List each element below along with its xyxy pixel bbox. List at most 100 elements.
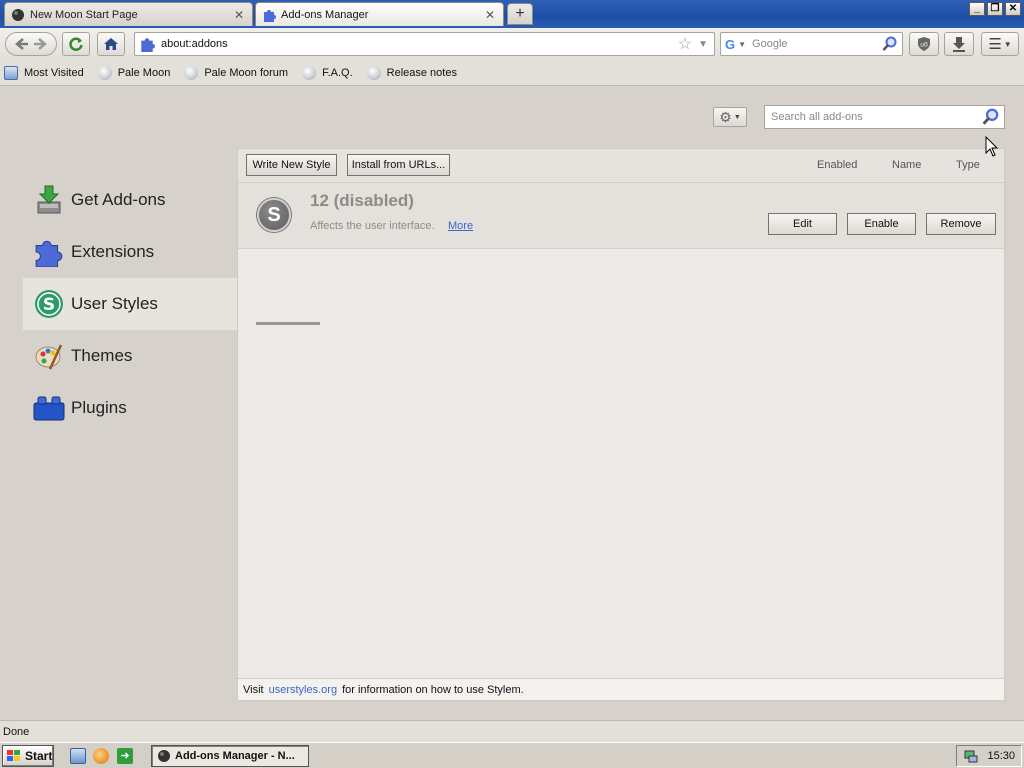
bookmark-faq[interactable]: F.A.Q. xyxy=(302,65,353,80)
restore-button[interactable]: ❐ xyxy=(987,2,1003,16)
bookmark-label: Release notes xyxy=(386,66,457,79)
quicklaunch-app-icon[interactable] xyxy=(93,748,109,764)
folder-icon xyxy=(4,65,18,80)
category-label: User Styles xyxy=(71,294,158,313)
edit-button[interactable]: Edit xyxy=(768,213,837,235)
reload-icon xyxy=(69,37,83,51)
search-addons-input[interactable]: Search all add-ons xyxy=(764,105,1005,129)
category-plugins[interactable]: Plugins xyxy=(23,382,237,434)
clock: 15:30 xyxy=(987,750,1015,762)
magnifier-icon[interactable] xyxy=(982,108,1000,126)
category-label: Plugins xyxy=(71,398,127,417)
close-window-button[interactable]: ✕ xyxy=(1005,2,1021,16)
write-new-style-button[interactable]: Write New Style xyxy=(246,154,337,176)
tab-new-moon-start-page[interactable]: New Moon Start Page ✕ xyxy=(4,2,253,26)
stylish-icon: S xyxy=(33,288,65,320)
svg-text:S: S xyxy=(43,295,55,315)
category-user-styles[interactable]: S User Styles xyxy=(23,278,237,330)
tab-addons-manager[interactable]: Add-ons Manager ✕ xyxy=(255,2,504,26)
addon-list-item[interactable]: S 12 (disabled) Affects the user interfa… xyxy=(238,183,1004,249)
network-icon[interactable] xyxy=(963,748,979,764)
category-list: Get Add-ons Extensions S User Styles The… xyxy=(23,174,237,434)
bookmark-release-notes[interactable]: Release notes xyxy=(366,65,457,80)
category-themes[interactable]: Themes xyxy=(23,330,237,382)
chevron-down-icon: ▼ xyxy=(733,113,741,121)
bookmark-most-visited[interactable]: Most Visited xyxy=(4,65,84,80)
chevron-down-icon: ▼ xyxy=(738,39,747,49)
taskbar: Start ➜ Add-ons Manager - N... 15:30 xyxy=(0,742,1024,768)
download-icon xyxy=(953,37,965,52)
tools-gear-button[interactable]: ⚙ ▼ xyxy=(713,107,747,127)
home-icon xyxy=(104,38,118,50)
windows-logo-icon xyxy=(7,750,20,761)
google-icon[interactable]: G xyxy=(725,37,735,52)
sort-enabled[interactable]: Enabled xyxy=(817,159,857,171)
addon-name: 12 (disabled) xyxy=(310,191,414,210)
sort-type[interactable]: Type xyxy=(956,159,980,171)
shield-icon: u0 xyxy=(918,37,930,51)
globe-icon xyxy=(366,65,381,80)
home-button[interactable] xyxy=(97,32,125,56)
list-toolbar: Write New Style Install from URLs... Ena… xyxy=(238,149,1004,183)
puzzle-icon xyxy=(141,38,155,52)
status-text: Done xyxy=(3,726,30,738)
quicklaunch-ie-icon[interactable] xyxy=(70,748,86,764)
bookmark-pale-moon[interactable]: Pale Moon xyxy=(97,65,170,80)
bookmark-label: F.A.Q. xyxy=(322,66,353,79)
hamburger-icon: ☰ xyxy=(988,36,1002,53)
taskbar-window-button[interactable]: Add-ons Manager - N... xyxy=(151,745,309,767)
globe-icon xyxy=(184,65,199,80)
back-icon[interactable] xyxy=(13,36,31,52)
tab-strip: New Moon Start Page ✕ Add-ons Manager ✕ … xyxy=(0,0,1024,28)
web-search-bar[interactable]: G ▼ Google xyxy=(720,32,903,56)
star-icon[interactable]: ☆ xyxy=(678,34,692,54)
url-bar[interactable]: about:addons ☆ ▼ xyxy=(134,32,715,56)
divider xyxy=(256,322,320,325)
userstyles-link[interactable]: userstyles.org xyxy=(269,684,337,696)
sort-name[interactable]: Name xyxy=(892,159,921,171)
tab-label: Add-ons Manager xyxy=(281,8,369,21)
puzzle-icon xyxy=(33,236,65,268)
enable-button[interactable]: Enable xyxy=(847,213,916,235)
search-placeholder: Search all add-ons xyxy=(771,111,863,123)
mouse-cursor-icon xyxy=(985,136,999,157)
bookmark-pale-moon-forum[interactable]: Pale Moon forum xyxy=(184,65,289,80)
close-icon[interactable]: ✕ xyxy=(232,8,246,22)
panel-footer: Visit userstyles.org for information on … xyxy=(238,678,1004,700)
bookmarks-toolbar: Most Visited Pale Moon Pale Moon forum F… xyxy=(0,60,1024,86)
bookmark-label: Pale Moon forum xyxy=(204,66,289,79)
chevron-down-icon: ▼ xyxy=(1003,39,1012,49)
dropdown-arrow-icon[interactable]: ▼ xyxy=(698,39,708,50)
magnifier-icon[interactable] xyxy=(882,36,898,52)
quicklaunch-switch-icon[interactable]: ➜ xyxy=(117,748,133,764)
close-icon[interactable]: ✕ xyxy=(483,8,497,22)
install-from-urls-button[interactable]: Install from URLs... xyxy=(347,154,450,176)
start-label: Start xyxy=(25,749,53,763)
bookmark-label: Most Visited xyxy=(24,66,84,79)
category-get-addons[interactable]: Get Add-ons xyxy=(23,174,237,226)
globe-icon xyxy=(97,65,112,80)
ublock-button[interactable]: u0 xyxy=(909,32,939,56)
category-label: Themes xyxy=(71,346,133,365)
downloads-button[interactable] xyxy=(944,32,974,56)
tab-label: New Moon Start Page xyxy=(30,8,138,21)
minimize-button[interactable]: _ xyxy=(969,2,985,16)
status-bar: Done xyxy=(0,720,1024,742)
reload-button[interactable] xyxy=(62,32,90,56)
system-tray: 15:30 xyxy=(956,745,1022,767)
remove-button[interactable]: Remove xyxy=(926,213,996,235)
window-controls: _ ❐ ✕ xyxy=(969,2,1021,16)
new-tab-button[interactable]: + xyxy=(507,3,533,25)
footer-prefix: Visit xyxy=(243,683,264,696)
forward-icon[interactable] xyxy=(31,36,49,52)
taskbar-window-label: Add-ons Manager - N... xyxy=(175,750,295,762)
more-link[interactable]: More xyxy=(448,220,473,232)
menu-button[interactable]: ☰ ▼ xyxy=(981,32,1019,56)
moon-icon xyxy=(12,8,24,21)
start-button[interactable]: Start xyxy=(2,745,54,767)
gear-icon: ⚙ xyxy=(719,108,732,125)
addon-list-panel: Write New Style Install from URLs... Ena… xyxy=(237,148,1005,701)
palette-icon xyxy=(33,340,65,372)
addon-description: Affects the user interface. xyxy=(310,220,435,232)
category-extensions[interactable]: Extensions xyxy=(23,226,237,278)
